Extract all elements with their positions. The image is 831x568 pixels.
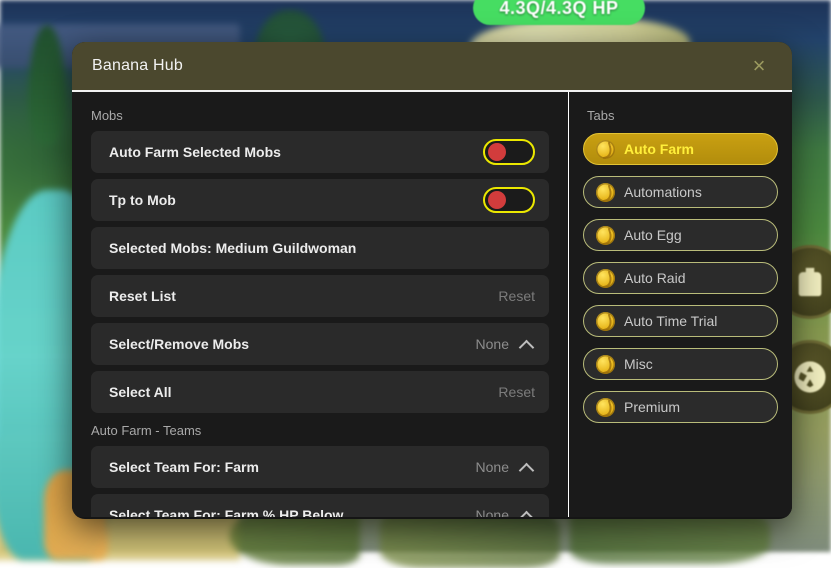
tab-auto-farm[interactable]: Auto Farm bbox=[583, 133, 778, 165]
tab-label: Premium bbox=[624, 399, 680, 415]
window-title: Banana Hub bbox=[92, 57, 746, 75]
row-auto-farm-selected-mobs[interactable]: Auto Farm Selected Mobs bbox=[91, 131, 549, 173]
row-label: Tp to Mob bbox=[109, 192, 483, 208]
section-label-auto-farm-teams: Auto Farm - Teams bbox=[72, 419, 568, 446]
row-select-team-for-farm-hp-below[interactable]: Select Team For: Farm % HP Below None bbox=[91, 494, 549, 517]
coin-icon bbox=[596, 226, 615, 245]
select-all-action[interactable]: Reset bbox=[498, 384, 535, 400]
row-select-remove-mobs[interactable]: Select/Remove Mobs None bbox=[91, 323, 549, 365]
coin-icon bbox=[596, 183, 615, 202]
tab-misc[interactable]: Misc bbox=[583, 348, 778, 380]
tab-auto-egg[interactable]: Auto Egg bbox=[583, 219, 778, 251]
window-titlebar: Banana Hub × bbox=[72, 42, 792, 92]
section-label-mobs: Mobs bbox=[72, 104, 568, 131]
row-label: Select Team For: Farm bbox=[109, 459, 476, 475]
close-icon[interactable]: × bbox=[746, 53, 772, 79]
coin-icon bbox=[596, 398, 615, 417]
select-team-farm-hp-value: None bbox=[476, 507, 509, 517]
row-label: Selected Mobs: Medium Guildwoman bbox=[109, 240, 535, 256]
row-label: Select/Remove Mobs bbox=[109, 336, 476, 352]
tabs-section-label: Tabs bbox=[583, 104, 778, 133]
select-team-farm-value: None bbox=[476, 459, 509, 475]
row-label: Select Team For: Farm % HP Below bbox=[109, 507, 476, 517]
row-reset-list[interactable]: Reset List Reset bbox=[91, 275, 549, 317]
chevron-up-icon[interactable] bbox=[519, 339, 535, 349]
toggle-tp-to-mob[interactable] bbox=[483, 187, 535, 213]
tab-label: Auto Time Trial bbox=[624, 313, 717, 329]
chevron-up-icon[interactable] bbox=[519, 462, 535, 472]
tab-label: Auto Raid bbox=[624, 270, 685, 286]
row-tp-to-mob[interactable]: Tp to Mob bbox=[91, 179, 549, 221]
reset-list-action[interactable]: Reset bbox=[498, 288, 535, 304]
toggle-auto-farm-selected-mobs[interactable] bbox=[483, 139, 535, 165]
row-label: Select All bbox=[109, 384, 498, 400]
coin-icon bbox=[596, 312, 615, 331]
coin-icon bbox=[596, 355, 615, 374]
toggle-knob bbox=[488, 191, 506, 209]
tab-label: Auto Egg bbox=[624, 227, 682, 243]
coin-icon bbox=[596, 140, 615, 159]
tab-auto-raid[interactable]: Auto Raid bbox=[583, 262, 778, 294]
tab-automations[interactable]: Automations bbox=[583, 176, 778, 208]
row-label: Reset List bbox=[109, 288, 498, 304]
select-remove-mobs-value: None bbox=[476, 336, 509, 352]
settings-content-pane[interactable]: Mobs Auto Farm Selected Mobs Tp to Mob S… bbox=[72, 92, 569, 517]
row-selected-mobs[interactable]: Selected Mobs: Medium Guildwoman bbox=[91, 227, 549, 269]
tab-auto-time-trial[interactable]: Auto Time Trial bbox=[583, 305, 778, 337]
tab-label: Misc bbox=[624, 356, 653, 372]
hp-bar: 4.3Q/4.3Q HP bbox=[473, 0, 645, 25]
tab-label: Automations bbox=[624, 184, 702, 200]
chevron-up-icon[interactable] bbox=[519, 510, 535, 517]
toggle-knob bbox=[488, 143, 506, 161]
tab-premium[interactable]: Premium bbox=[583, 391, 778, 423]
banana-hub-window: Banana Hub × Mobs Auto Farm Selected Mob… bbox=[72, 42, 792, 519]
window-body: Mobs Auto Farm Selected Mobs Tp to Mob S… bbox=[72, 92, 792, 517]
row-select-team-for-farm[interactable]: Select Team For: Farm None bbox=[91, 446, 549, 488]
coin-icon bbox=[596, 269, 615, 288]
hp-bar-label: 4.3Q/4.3Q HP bbox=[499, 0, 618, 19]
tabs-pane: Tabs Auto Farm Automations Auto Egg Auto… bbox=[569, 92, 792, 517]
tab-label: Auto Farm bbox=[624, 141, 694, 157]
row-label: Auto Farm Selected Mobs bbox=[109, 144, 483, 160]
row-select-all[interactable]: Select All Reset bbox=[91, 371, 549, 413]
